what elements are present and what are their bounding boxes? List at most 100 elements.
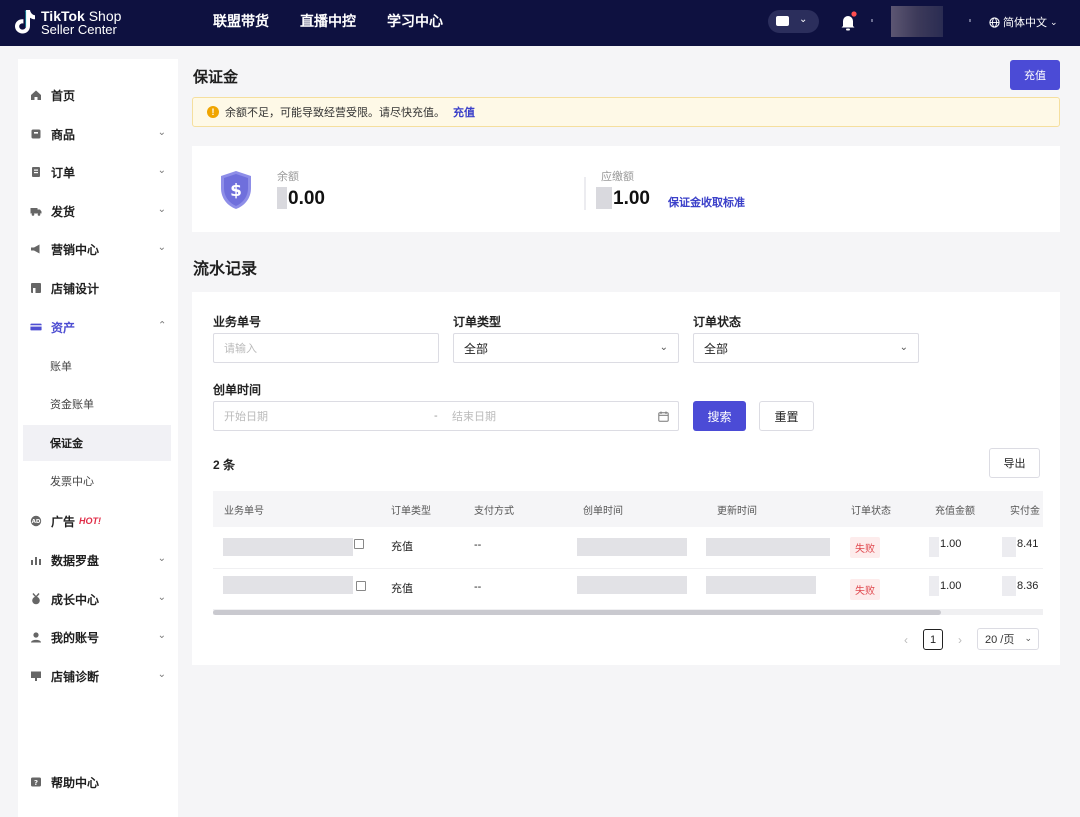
sidebar-item-product[interactable]: 商品 ⌄: [30, 122, 170, 146]
order-status-label: 订单状态: [693, 315, 742, 329]
horizontal-scrollbar-thumb[interactable]: [213, 610, 941, 615]
sidebar-item-label: 帮助中心: [51, 775, 100, 790]
recharge-button[interactable]: 充值: [1010, 60, 1060, 90]
sidebar-item-data-compass[interactable]: 数据罗盘 ⌄: [30, 548, 170, 572]
prev-page-button[interactable]: ‹: [897, 631, 915, 649]
chevron-down-icon: ⌄: [157, 630, 166, 641]
column-header: 实付金: [1010, 506, 1040, 517]
sidebar-item-shipping[interactable]: 发货 ⌄: [30, 199, 170, 223]
hot-badge: HOT!: [79, 516, 102, 526]
copy-icon[interactable]: [356, 581, 366, 591]
divider: [871, 19, 873, 22]
redacted-block: [277, 187, 287, 209]
notification-bell-icon[interactable]: [838, 11, 858, 33]
column-header: 创单时间: [583, 506, 623, 517]
divider: [584, 177, 586, 210]
date-range-picker[interactable]: 开始日期 - 结束日期: [213, 401, 679, 431]
language-switch[interactable]: 简体中文 ⌄: [989, 14, 1058, 30]
sidebar-item-label: 资产: [51, 320, 76, 335]
end-date-input[interactable]: 结束日期: [452, 408, 496, 424]
search-button[interactable]: 搜索: [693, 401, 746, 431]
page-size-value: 20 /页: [985, 634, 1015, 646]
divider: [969, 19, 971, 22]
tiktok-shop-logo[interactable]: TikTok Shop Seller Center: [14, 7, 124, 39]
column-header: 业务单号: [224, 506, 264, 517]
order-type-label: 订单类型: [453, 315, 502, 329]
chevron-down-icon: ⌄: [157, 127, 166, 138]
chevron-down-icon: ⌄: [799, 14, 808, 25]
redacted-created-time: [577, 538, 687, 556]
insufficient-balance-alert: ! 余额不足，可能导致经营受限。请尽快充值。 充值: [192, 97, 1060, 127]
sidebar-subitem-bills[interactable]: 账单: [23, 348, 171, 384]
sidebar-item-label: 商品: [51, 127, 76, 142]
sidebar-item-assets[interactable]: 资产 ⌄: [30, 315, 170, 339]
message-menu-button[interactable]: ⌄: [768, 10, 819, 33]
order-no-input[interactable]: 请输入: [213, 333, 439, 363]
megaphone-icon: [30, 243, 42, 255]
recharge-amount-cell: 1.00: [940, 580, 962, 592]
page-size-select[interactable]: 20 /页 ⌄: [977, 628, 1039, 650]
alert-recharge-link[interactable]: 充值: [453, 104, 475, 120]
product-icon: [30, 128, 42, 140]
created-time-label: 创单时间: [213, 383, 262, 397]
sidebar-item-label: 我的账号: [51, 630, 100, 645]
language-label: 简体中文: [1003, 17, 1047, 29]
svg-text:$: $: [230, 181, 242, 201]
truck-icon: [30, 205, 42, 217]
redacted-order-no: [223, 576, 353, 594]
order-no-label: 业务单号: [213, 315, 262, 329]
sidebar-item-label: 店铺诊断: [51, 669, 100, 684]
next-page-button[interactable]: ›: [951, 631, 969, 649]
start-date-input[interactable]: 开始日期: [224, 408, 268, 424]
svg-text:AD: AD: [32, 519, 41, 525]
order-icon: [30, 166, 42, 178]
sidebar-item-ads[interactable]: AD 广告 HOT!: [30, 509, 170, 533]
status-badge: 失败: [850, 537, 880, 558]
sidebar-item-store-design[interactable]: 店铺设计: [30, 276, 170, 300]
column-header: 订单状态: [851, 506, 891, 517]
chevron-down-icon: ⌄: [157, 242, 166, 253]
sidebar-item-home[interactable]: 首页: [30, 83, 170, 107]
sidebar-subitem-invoice-center[interactable]: 发票中心: [23, 463, 171, 499]
redacted-block: [929, 537, 939, 557]
sidebar-item-label: 首页: [51, 88, 76, 103]
order-type-select[interactable]: 全部 ⌄: [453, 333, 679, 363]
order-status-select[interactable]: 全部 ⌄: [693, 333, 919, 363]
order-type-cell: 充值: [391, 541, 413, 553]
paid-amount-cell: 8.41: [1017, 538, 1039, 550]
redacted-block: [1002, 576, 1016, 596]
records-section-title: 流水记录: [193, 261, 258, 278]
order-type-value: 全部: [464, 341, 489, 356]
export-button[interactable]: 导出: [989, 448, 1040, 478]
redacted-block: [929, 576, 939, 596]
page-number-current[interactable]: 1: [923, 629, 943, 650]
user-avatar[interactable]: [891, 6, 943, 37]
copy-icon[interactable]: [354, 539, 364, 549]
medal-icon: [30, 593, 42, 605]
chevron-down-icon: ⌄: [157, 204, 166, 215]
chevron-down-icon: ⌄: [157, 592, 166, 603]
chevron-down-icon: ⌄: [899, 342, 908, 353]
table-row: 充值 -- 失败 1.00 8.41: [213, 527, 1043, 569]
date-separator: -: [434, 410, 438, 422]
sidebar-subitem-fund-bills[interactable]: 资金账单: [23, 386, 171, 422]
redacted-order-no: [223, 538, 353, 556]
sidebar-item-help-center[interactable]: ? 帮助中心: [30, 770, 170, 794]
sidebar-item-growth-center[interactable]: 成长中心 ⌄: [30, 587, 170, 611]
chevron-down-icon: ⌄: [1050, 16, 1058, 27]
sidebar-item-marketing[interactable]: 营销中心 ⌄: [30, 237, 170, 261]
sidebar-item-label: 成长中心: [51, 592, 100, 607]
deposit-standard-link[interactable]: 保证金收取标准: [668, 194, 745, 210]
sidebar-subitem-deposit[interactable]: 保证金: [23, 425, 171, 461]
top-bar: TikTok Shop Seller Center 联盟带货 直播中控 学习中心…: [0, 0, 1080, 46]
topnav-affiliate[interactable]: 联盟带货: [213, 0, 269, 46]
reset-button[interactable]: 重置: [759, 401, 814, 431]
sidebar-item-store-diagnosis[interactable]: 店铺诊断 ⌄: [30, 664, 170, 688]
payable-value: 1.00: [613, 188, 650, 209]
sidebar-item-orders[interactable]: 订单 ⌄: [30, 160, 170, 184]
topnav-learning-center[interactable]: 学习中心: [387, 0, 443, 46]
sidebar-item-my-account[interactable]: 我的账号 ⌄: [30, 625, 170, 649]
topnav-live-control[interactable]: 直播中控: [300, 0, 356, 46]
table-row: 充值 -- 失败 1.00 8.36: [213, 569, 1043, 610]
sidebar-item-label: 订单: [51, 165, 76, 180]
